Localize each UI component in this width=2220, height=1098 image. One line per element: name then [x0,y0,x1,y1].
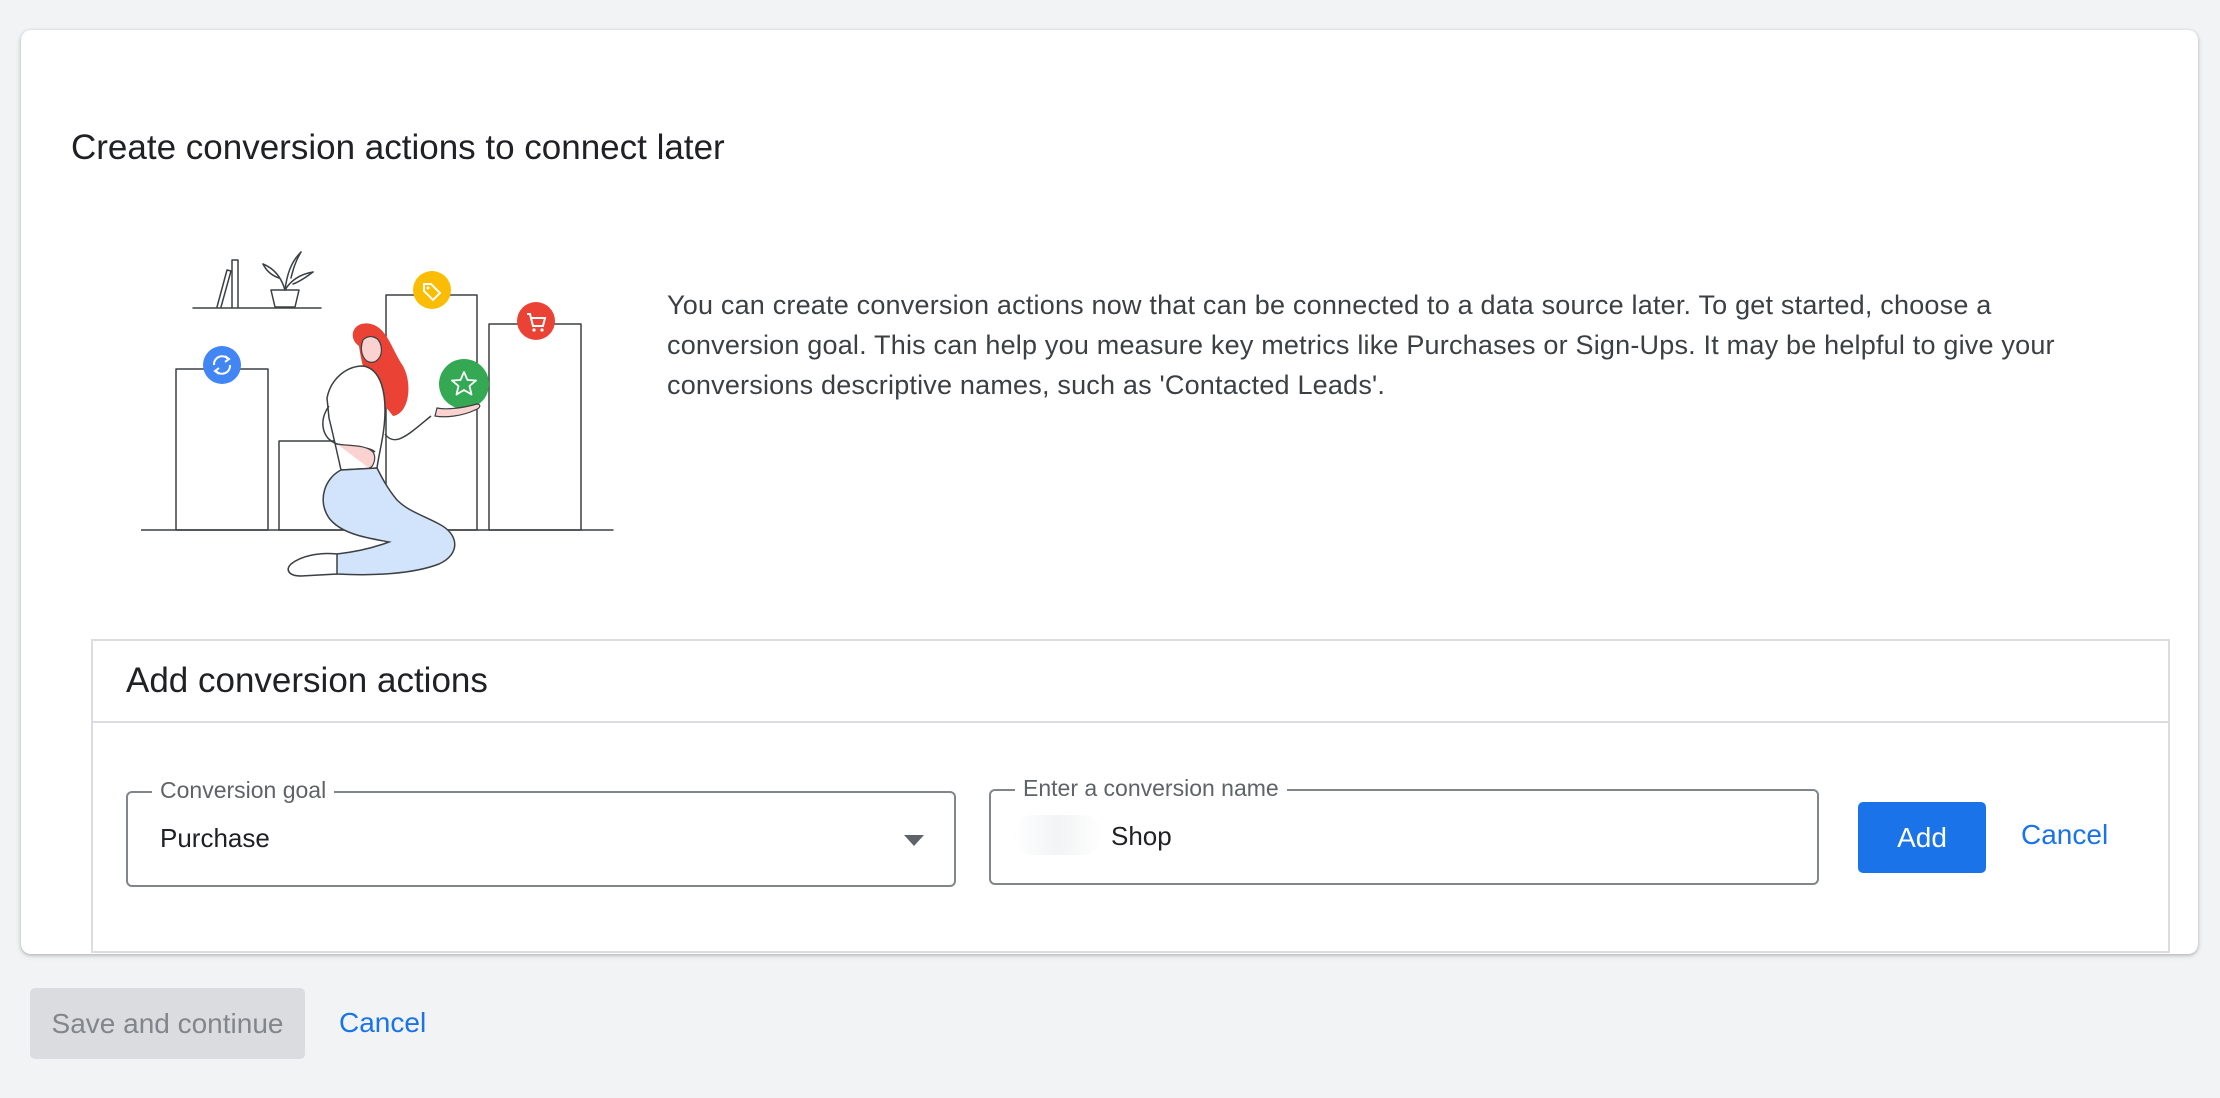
sync-icon [203,346,241,384]
conversion-card: Create conversion actions to connect lat… [21,30,2198,954]
conversion-goal-select[interactable]: Conversion goal Purchase [126,775,956,887]
cancel-add-button[interactable]: Cancel [2021,819,2108,851]
add-conversion-actions-panel: Add conversion actions Conversion goal P… [91,639,2170,953]
panel-title: Add conversion actions [126,661,488,700]
dropdown-arrow-icon[interactable] [904,835,924,846]
conversion-goal-label: Conversion goal [152,775,335,805]
cart-icon [517,302,555,340]
add-button[interactable]: Add [1858,802,1986,873]
conversion-illustration [141,251,614,577]
conversion-name-value[interactable]: Shop [1111,821,1172,852]
cancel-button[interactable]: Cancel [339,1007,426,1039]
save-and-continue-button[interactable]: Save and continue [30,988,305,1059]
conversion-name-label: Enter a conversion name [1015,773,1287,803]
redacted-text [1013,815,1103,855]
panel-header: Add conversion actions [93,641,2168,723]
star-icon [439,359,489,409]
tag-icon [413,271,451,309]
intro-text: You can create conversion actions now th… [667,290,2055,400]
conversion-name-field[interactable]: Enter a conversion name Shop [989,773,1819,885]
page-title: Create conversion actions to connect lat… [71,128,725,167]
conversion-goal-value: Purchase [160,823,270,853]
